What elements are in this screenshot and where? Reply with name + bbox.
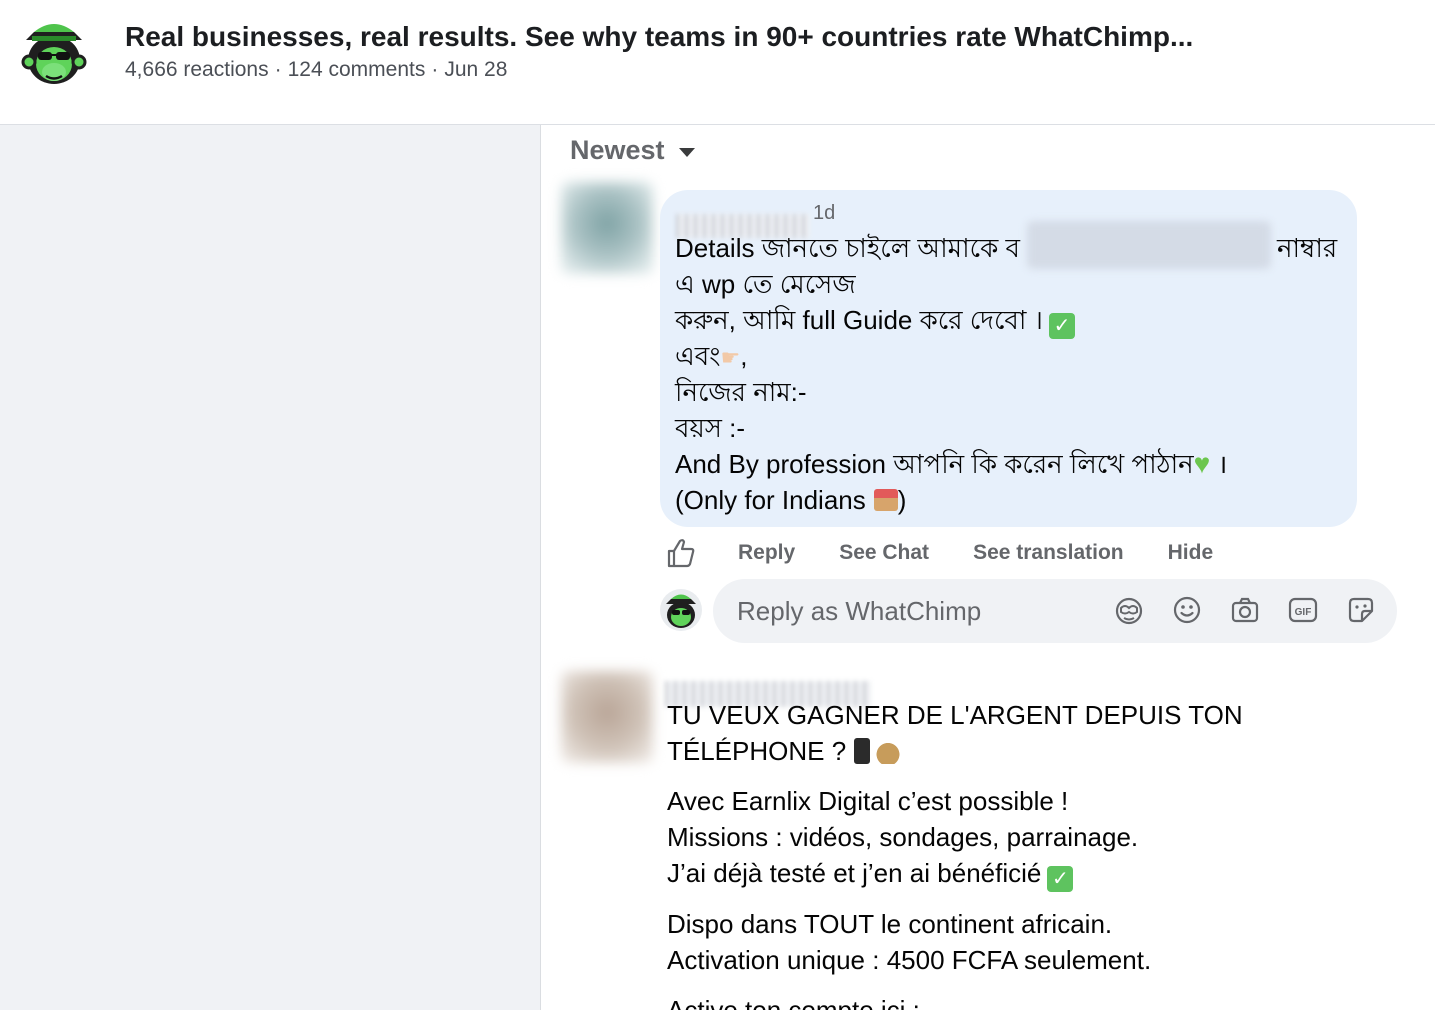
comment-line: নাম্বার: [1277, 233, 1338, 263]
comment-line: Avec Earnlix Digital c’est possible !: [667, 786, 1069, 816]
camera-icon[interactable]: [1229, 594, 1261, 626]
post-title[interactable]: Real businesses, real results. See why t…: [125, 21, 1193, 53]
comment-line: এ wp তে মেসেজ: [675, 269, 856, 299]
comment-line-text: ,: [740, 341, 748, 371]
reactions-count[interactable]: 4,666 reactions: [125, 58, 269, 81]
svg-text:GIF: GIF: [1295, 607, 1312, 618]
comments-panel: Newest 1d নাম্বার Details জানতে চাইলে আম…: [540, 125, 1435, 1010]
comment-line-text: (Only for Indians: [675, 485, 866, 515]
whatchimp-logo: [21, 24, 87, 84]
comment-line-text: J’ai déjà testé et j’en ai bénéficié: [667, 858, 1042, 888]
comment-bubble: 1d নাম্বার Details জানতে চাইলে আমাকে ব এ…: [660, 190, 1357, 527]
see-translation-button[interactable]: See translation: [973, 541, 1124, 565]
comment-line-text: TÉLÉPHONE ?: [667, 736, 847, 766]
comment-timestamp[interactable]: 1d: [813, 202, 835, 225]
hide-button[interactable]: Hide: [1168, 541, 1214, 565]
post-meta: 4,666 reactions · 124 comments · Jun 28: [125, 58, 508, 81]
comment-paragraph: Active ton compte ici :: [667, 992, 1243, 1010]
comments-count[interactable]: 124 comments: [288, 58, 426, 81]
post-header: Real businesses, real results. See why t…: [0, 0, 1435, 125]
comment-paragraph: Avec Earnlix Digital c’est possible ! Mi…: [667, 783, 1243, 892]
comment-paragraph: Dispo dans TOUT le continent africain. A…: [667, 906, 1243, 978]
see-chat-button[interactable]: See Chat: [839, 541, 929, 565]
comment-line-text: ।: [1217, 449, 1228, 479]
comment-line: Dispo dans TOUT le continent africain.: [667, 909, 1113, 939]
comment-line-text: করুন, আমি full Guide করে দেবো ।: [675, 305, 1043, 335]
comment-line: Active ton compte ici :: [667, 995, 920, 1010]
money-bag-icon: [876, 740, 901, 764]
commenter-avatar[interactable]: [561, 182, 653, 274]
thumbs-up-icon[interactable]: [666, 537, 696, 569]
comment-line: Details জানতে চাইলে আমাকে ব: [675, 233, 1020, 263]
commenter-avatar[interactable]: [561, 671, 653, 763]
caret-down-icon: [678, 147, 695, 157]
comment-line: TÉLÉPHONE ?: [667, 733, 1243, 769]
reply-button[interactable]: Reply: [738, 541, 795, 565]
comment-line: J’ai déjà testé et j’en ai bénéficié ✓: [667, 855, 1243, 892]
comment-line: And By profession আপনি কি করেন লিখে পাঠা…: [675, 446, 1227, 482]
composer-toolbar: GIF: [1113, 594, 1377, 626]
comment-paragraph: TU VEUX GAGNER DE L'ARGENT DEPUIS TON TÉ…: [667, 697, 1243, 769]
comment-line: (Only for Indians): [675, 482, 1227, 518]
comment-line: Activation unique : 4500 FCFA seulement.: [667, 945, 1152, 975]
comment-line-text: এবং: [675, 341, 721, 371]
pointing-hand-icon: ☛: [720, 345, 741, 370]
reply-input[interactable]: [735, 593, 1105, 629]
comment-line: বয়স :-: [675, 413, 746, 443]
comment-line: নিজের নাম:-: [675, 377, 807, 407]
comment-line: এবং☛,: [675, 338, 1227, 374]
sort-dropdown[interactable]: Newest: [570, 132, 695, 168]
mobile-phone-icon: [854, 738, 871, 764]
sticker-icon[interactable]: [1345, 594, 1377, 626]
green-heart-icon: ♥: [1193, 448, 1211, 479]
comment-text: Details জানতে চাইলে আমাকে ব এ wp তে মেসে…: [675, 230, 1227, 518]
comment-actions: Reply See Chat See translation Hide: [666, 535, 1257, 571]
comment-line-text: And By profession আপনি কি করেন লিখে পাঠা…: [675, 449, 1194, 479]
post-date[interactable]: Jun 28: [444, 58, 507, 81]
emoji-icon[interactable]: [1171, 594, 1203, 626]
comment-text: TU VEUX GAGNER DE L'ARGENT DEPUIS TON TÉ…: [667, 697, 1243, 1010]
comment-line: করুন, আমি full Guide করে দেবো । ✓: [675, 302, 1227, 339]
sort-label: Newest: [570, 135, 665, 165]
page-avatar[interactable]: [659, 588, 703, 632]
comment-line: Missions : vidéos, sondages, parrainage.: [667, 822, 1139, 852]
comment-line: TU VEUX GAGNER DE L'ARGENT DEPUIS TON: [667, 700, 1243, 730]
gif-icon[interactable]: GIF: [1287, 594, 1319, 626]
inbox-tray-icon: [873, 489, 898, 511]
avatar-sticker-icon[interactable]: [1113, 594, 1145, 626]
reply-composer: GIF: [713, 579, 1397, 643]
comment-line-text: ): [897, 485, 907, 515]
check-mark-icon: ✓: [1048, 313, 1075, 339]
check-mark-icon: ✓: [1047, 866, 1074, 892]
